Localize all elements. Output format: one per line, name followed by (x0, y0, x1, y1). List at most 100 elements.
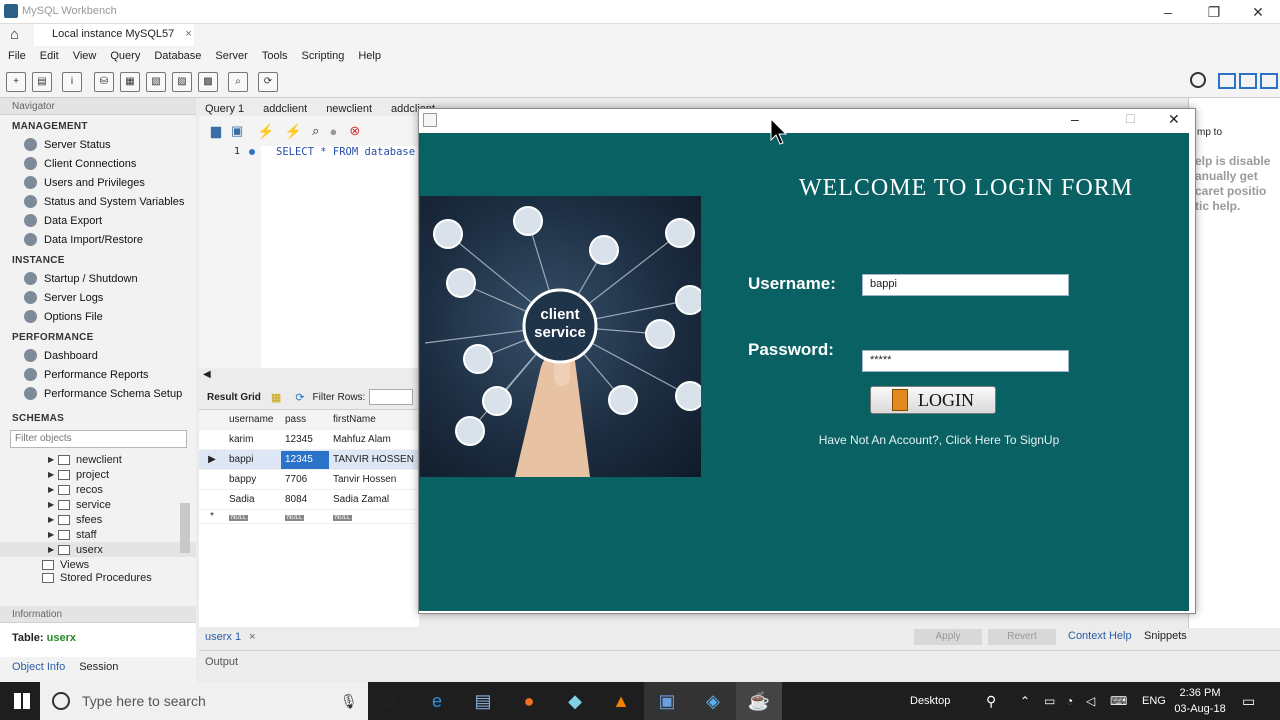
create-procedure-icon[interactable]: ▨ (172, 71, 192, 92)
task-view-icon[interactable]: ⧉ (368, 682, 414, 720)
scroll-left-icon[interactable]: ◀ (203, 369, 211, 380)
table-row[interactable]: karim 12345 Mahfuz Alam (199, 430, 419, 450)
save-icon[interactable]: ▣ (231, 123, 243, 139)
nav-status-variables[interactable]: Status and System Variables (0, 192, 196, 211)
taskbar-search-input[interactable]: Type here to search 🎙 (40, 682, 368, 720)
explorer-icon[interactable]: ▤ (460, 682, 506, 720)
firefox-icon[interactable]: ● (506, 682, 552, 720)
nav-data-export[interactable]: Data Export (0, 211, 196, 230)
tray-chevron-icon[interactable]: ⌃ (1020, 682, 1030, 720)
tab-newclient[interactable]: newclient (326, 100, 372, 115)
notes-icon[interactable]: ◆ (552, 682, 598, 720)
tree-scrollbar[interactable] (180, 503, 190, 553)
cell-firstname[interactable]: TANVIR HOSSEN (329, 454, 419, 465)
refresh-icon[interactable]: ⟳ (295, 391, 304, 404)
tree-table-userx[interactable]: ▶ userx (0, 542, 196, 557)
wifi-icon[interactable]: ◔ (1066, 682, 1073, 720)
windows-start-icon[interactable] (14, 693, 30, 709)
tree-table-project[interactable]: ▶ project (0, 467, 196, 482)
cell-username[interactable]: karim (225, 434, 281, 445)
tree-table-recos[interactable]: ▶ recos (0, 482, 196, 497)
nav-server-status[interactable]: Server Status (0, 135, 196, 154)
menu-server[interactable]: Server (215, 50, 247, 62)
close-button[interactable]: ✕ (1235, 0, 1280, 24)
new-row[interactable]: * NULL NULL NULL (199, 510, 419, 524)
col-pass[interactable]: pass (281, 414, 329, 425)
toggle-output-icon[interactable] (1239, 73, 1257, 89)
login-close-button[interactable]: ✕ (1168, 111, 1180, 128)
menu-help[interactable]: Help (358, 50, 381, 62)
nav-data-import[interactable]: Data Import/Restore (0, 230, 196, 249)
expand-icon[interactable]: ▶ (48, 485, 58, 494)
cell-username[interactable]: bappy (225, 474, 281, 485)
tree-table-sfees[interactable]: ▶ sfees (0, 512, 196, 527)
create-schema-icon[interactable]: ⛁ (94, 71, 114, 92)
nav-options-file[interactable]: Options File (0, 307, 196, 326)
result-tab-userx[interactable]: userx 1 (205, 631, 241, 643)
create-table-icon[interactable]: ▦ (120, 71, 140, 92)
explain-icon[interactable]: ⌕ (312, 123, 319, 139)
inspector-icon[interactable]: i (62, 71, 82, 92)
java-taskbar-icon[interactable]: ☕ (736, 682, 782, 720)
grid-view-icon[interactable]: ▦ (271, 391, 281, 404)
cell-pass[interactable]: 12345 (281, 434, 329, 445)
editor-scrollbar[interactable]: ◀ (199, 368, 419, 383)
menu-view[interactable]: View (73, 50, 97, 62)
nav-startup-shutdown[interactable]: Startup / Shutdown (0, 269, 196, 288)
workbench-taskbar-icon[interactable]: ▣ (644, 682, 690, 720)
expand-icon[interactable]: ▶ (48, 530, 58, 539)
tab-addclient[interactable]: addclient (263, 100, 307, 115)
nav-server-logs[interactable]: Server Logs (0, 288, 196, 307)
cell-firstname[interactable]: Sadia Zamal (329, 494, 419, 505)
login-minimize-button[interactable]: – (1071, 111, 1079, 127)
virtualbox-icon[interactable]: ◈ (690, 682, 736, 720)
snippets-tab[interactable]: Snippets (1144, 630, 1187, 642)
username-input[interactable]: bappi (862, 274, 1069, 296)
search-table-data-icon[interactable]: ⌕ (228, 71, 248, 92)
toggle-sidebar-icon[interactable] (1218, 73, 1236, 89)
password-input[interactable]: ***** (862, 350, 1069, 372)
menu-file[interactable]: File (8, 50, 26, 62)
close-tab-icon[interactable]: × (185, 28, 191, 40)
battery-icon[interactable]: ▭ (1044, 682, 1055, 720)
menu-tools[interactable]: Tools (262, 50, 288, 62)
language-indicator[interactable]: ENG (1142, 682, 1166, 720)
signup-link[interactable]: Have Not An Account?, Click Here To Sign… (799, 433, 1079, 447)
nav-client-connections[interactable]: Client Connections (0, 154, 196, 173)
cell-pass[interactable]: 8084 (281, 494, 329, 505)
nav-users-privileges[interactable]: Users and Privileges (0, 173, 196, 192)
toggle-errors-icon[interactable]: ⊗ (349, 123, 360, 139)
login-maximize-button[interactable]: ☐ (1125, 112, 1136, 126)
execute-icon[interactable]: ⚡ (257, 123, 274, 140)
microphone-icon[interactable]: 🎙 (340, 693, 358, 710)
clock[interactable]: 2:36 PM 03-Aug-18 (1172, 685, 1228, 717)
reconnect-icon[interactable]: ⟳ (258, 71, 278, 92)
home-icon[interactable]: ⌂ (10, 26, 19, 43)
tree-views[interactable]: Views (0, 557, 196, 572)
expand-icon[interactable]: ▶ (48, 455, 58, 464)
close-result-icon[interactable]: × (249, 631, 255, 643)
sql-editor[interactable]: 1 SELECT * FROM database (199, 146, 419, 368)
execute-current-icon[interactable]: ⚡ (285, 123, 302, 140)
apply-button[interactable]: Apply (914, 629, 982, 645)
stop-icon[interactable]: ● (329, 124, 337, 139)
create-function-icon[interactable]: ▩ (198, 71, 218, 92)
nav-dashboard[interactable]: Dashboard (0, 346, 196, 365)
col-firstname[interactable]: firstName (329, 414, 419, 425)
table-row[interactable]: ▶ bappi 12345 TANVIR HOSSEN (199, 450, 419, 470)
col-username[interactable]: username (225, 414, 281, 425)
nav-schema-setup[interactable]: Performance Schema Setup (0, 384, 196, 403)
open-sql-script-icon[interactable]: ▤ (32, 71, 52, 92)
result-grid-tab[interactable]: Result Grid (207, 392, 261, 403)
tab-local-instance[interactable]: Local instance MySQL57 × (34, 24, 194, 46)
tree-table-newclient[interactable]: ▶ newclient (0, 452, 196, 467)
cell-username[interactable]: Sadia (225, 494, 281, 505)
menu-scripting[interactable]: Scripting (302, 50, 345, 62)
cell-firstname[interactable]: Tanvir Hossen (329, 474, 419, 485)
expand-icon[interactable]: ▶ (48, 515, 58, 524)
people-icon[interactable]: ⚲ (986, 682, 996, 720)
table-row[interactable]: bappy 7706 Tanvir Hossen (199, 470, 419, 490)
expand-icon[interactable]: ▶ (48, 500, 58, 509)
nav-performance-reports[interactable]: Performance Reports (0, 365, 196, 384)
desktop-label[interactable]: Desktop (910, 682, 950, 720)
